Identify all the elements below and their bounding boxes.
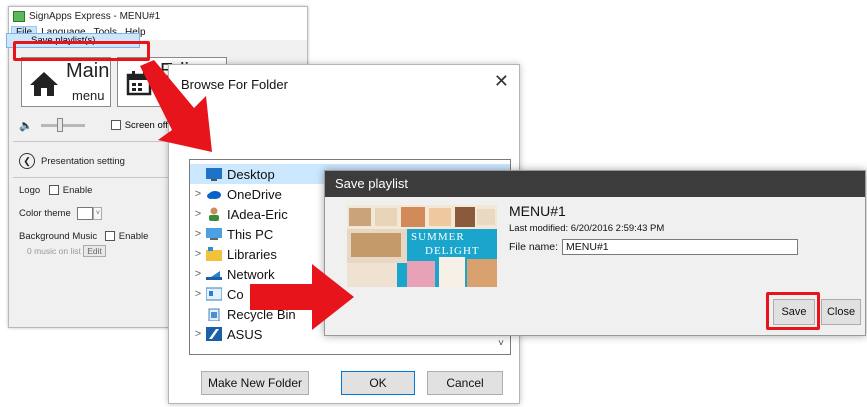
tree-item-label: Libraries	[227, 246, 277, 262]
color-theme-row: Color theme ˅	[19, 207, 103, 220]
chevron-right-icon[interactable]: >	[190, 188, 206, 200]
network-icon	[206, 271, 222, 280]
close-icon[interactable]: ✕	[494, 71, 509, 92]
thumb-text-summer: SUMMER	[411, 231, 465, 243]
scroll-down-icon[interactable]: ˅	[494, 338, 508, 352]
back-circle-icon: ❮	[19, 153, 35, 169]
chevron-down-icon[interactable]: ˅	[93, 207, 103, 220]
logo-row: Logo Enable	[19, 185, 92, 196]
tree-item-label: OneDrive	[227, 186, 282, 202]
tree-item-label: IAdea-Eric	[227, 206, 288, 222]
chevron-right-icon[interactable]: >	[190, 328, 206, 340]
tree-item-label: Co	[227, 286, 244, 302]
pc-icon	[206, 228, 222, 240]
libraries-icon	[206, 247, 222, 261]
playlist-name: MENU#1	[509, 203, 566, 219]
chevron-right-icon[interactable]: >	[190, 288, 206, 300]
filename-row: File name: MENU#1	[509, 239, 799, 255]
chevron-right-icon[interactable]: >	[190, 268, 206, 280]
app-title-bar: SignApps Express - MENU#1	[9, 7, 307, 25]
chevron-right-icon[interactable]: >	[190, 228, 206, 240]
arrow-down-right-icon	[140, 60, 212, 152]
main-menu-button[interactable]: Main menu	[21, 57, 111, 107]
chevron-right-icon[interactable]: >	[190, 248, 206, 260]
bg-music-enable-label: Enable	[118, 231, 149, 242]
main-button-title: Main	[66, 60, 110, 82]
highlight-save-button	[766, 292, 820, 330]
control-panel-icon	[206, 287, 222, 301]
chevron-right-icon[interactable]: >	[190, 208, 206, 220]
user-icon	[209, 207, 219, 221]
home-icon	[30, 72, 58, 96]
highlight-save-playlists	[13, 41, 150, 61]
recycle-bin-icon	[208, 308, 220, 321]
arrow-right-icon	[250, 264, 354, 330]
volume-slider-thumb[interactable]	[56, 118, 63, 132]
volume-slider[interactable]	[40, 118, 85, 132]
bg-music-label: Background Music	[19, 231, 98, 242]
app-logo-icon	[13, 10, 25, 22]
screen-off-checkbox[interactable]	[110, 120, 125, 131]
presentation-setting-label: Presentation setting	[41, 155, 125, 167]
filename-label: File name:	[509, 241, 559, 253]
bg-music-enable-checkbox[interactable]	[104, 231, 115, 242]
logo-enable-checkbox[interactable]	[48, 185, 59, 196]
presentation-setting-row[interactable]: ❮ Presentation setting	[19, 153, 125, 169]
color-theme-swatch[interactable]	[77, 207, 94, 220]
logo-label: Logo	[19, 185, 41, 196]
folder-icon	[206, 327, 222, 341]
color-theme-label: Color theme	[19, 208, 71, 220]
save-dialog-title: Save playlist	[325, 171, 865, 197]
tree-item-label: This PC	[227, 226, 274, 242]
desktop-icon	[206, 168, 222, 181]
last-modified: Last modified: 6/20/2016 2:59:43 PM	[509, 223, 665, 234]
cloud-icon	[207, 191, 221, 199]
thumb-text-delight: DELIGHT	[425, 245, 480, 257]
cancel-button[interactable]: Cancel	[427, 371, 503, 395]
make-new-folder-button[interactable]: Make New Folder	[201, 371, 309, 395]
close-button[interactable]: Close	[821, 299, 861, 325]
music-edit-button[interactable]: Edit	[83, 245, 106, 257]
music-count: 0 music on list	[27, 246, 81, 256]
logo-enable-label: Enable	[62, 185, 93, 196]
app-title: SignApps Express - MENU#1	[29, 10, 161, 22]
playlist-thumbnail: SUMMER DELIGHT	[347, 205, 497, 287]
speaker-icon: 🔈	[19, 120, 33, 132]
filename-input[interactable]: MENU#1	[562, 239, 799, 255]
main-button-subtitle: menu	[72, 88, 105, 103]
tree-item-label: Desktop	[227, 166, 275, 182]
bg-music-row: Background Music Enable	[19, 231, 148, 242]
music-list-row: 0 music on list Edit	[27, 245, 106, 257]
ok-button[interactable]: OK	[341, 371, 415, 395]
